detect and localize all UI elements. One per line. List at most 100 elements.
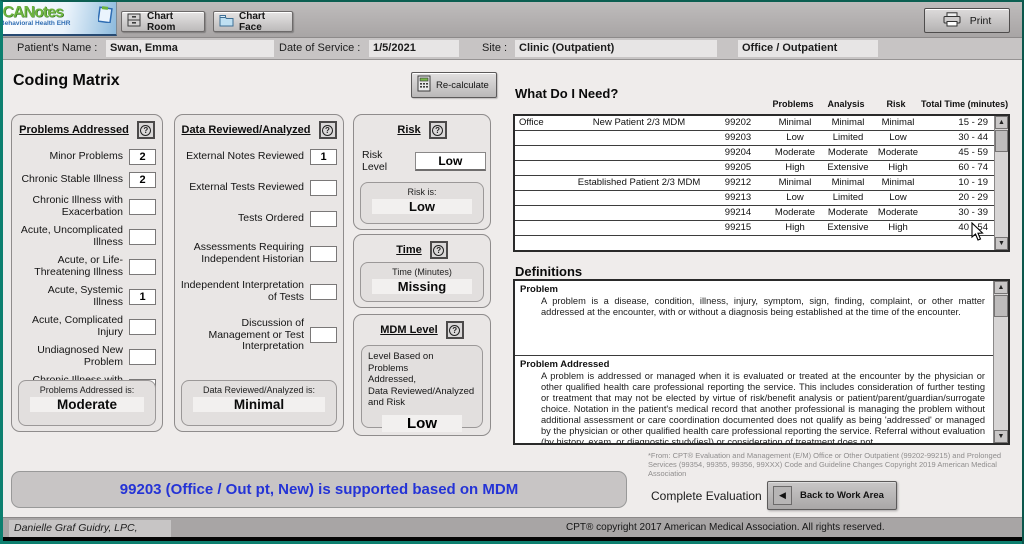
em-code-cell: Moderate bbox=[767, 206, 823, 220]
data-item-count-input[interactable] bbox=[310, 149, 337, 165]
em-code-cell: Minimal bbox=[767, 176, 823, 190]
data-status-label: Data Reviewed/Analyzed is: bbox=[185, 385, 333, 395]
scroll-down-icon[interactable]: ▼ bbox=[995, 237, 1008, 250]
data-status-value: Minimal bbox=[193, 397, 325, 412]
risk-status-label: Risk is: bbox=[364, 187, 480, 197]
em-code-cell: Moderate bbox=[873, 206, 923, 220]
date-of-service-label: Date of Service : bbox=[279, 42, 360, 54]
problems-status-box: Problems Addressed is: Moderate bbox=[18, 380, 156, 426]
scroll-thumb[interactable] bbox=[994, 295, 1008, 317]
em-code-cell: High bbox=[873, 161, 923, 175]
site-label: Site : bbox=[482, 42, 507, 54]
problem-row: Acute, Uncomplicated Illness bbox=[16, 225, 156, 248]
problem-row: Minor Problems bbox=[16, 149, 156, 165]
mouse-cursor-icon bbox=[971, 222, 985, 247]
em-code-cell bbox=[515, 221, 569, 235]
scroll-thumb[interactable] bbox=[995, 130, 1008, 152]
clipboard-icon bbox=[98, 6, 113, 28]
problem-label: Acute, Systemic Illness bbox=[16, 285, 123, 308]
print-label: Print bbox=[970, 15, 992, 27]
chart-room-button[interactable]: Chart Room bbox=[121, 11, 205, 32]
data-item-row: Assessments Requiring Independent Histor… bbox=[179, 242, 337, 265]
time-panel-title: Time bbox=[396, 244, 421, 256]
em-code-cell bbox=[515, 206, 569, 220]
em-code-cell: Limited bbox=[823, 191, 873, 205]
em-code-row[interactable]: Established Patient 2/3 MDM99212MinimalM… bbox=[515, 176, 994, 191]
data-item-label: External Notes Reviewed bbox=[186, 151, 304, 163]
patient-name-field[interactable]: Swan, Emma bbox=[106, 40, 274, 57]
em-code-cell: 99215 bbox=[709, 221, 767, 235]
result-message-box: 99203 (Office / Out pt, New) is supporte… bbox=[11, 471, 627, 508]
scroll-down-icon[interactable]: ▼ bbox=[994, 430, 1008, 443]
em-code-cell: Minimal bbox=[873, 116, 923, 130]
date-of-service-field[interactable]: 1/5/2021 bbox=[369, 40, 459, 57]
icanotes-logo: ICANotes Behavioral Health EHR bbox=[3, 2, 117, 36]
problem-row: Chronic Stable Illness bbox=[16, 172, 156, 188]
em-code-cell: 45 - 59 bbox=[923, 146, 994, 160]
help-icon: ? bbox=[433, 245, 444, 256]
problems-status-value: Moderate bbox=[30, 397, 144, 412]
em-code-cell bbox=[569, 161, 709, 175]
data-item-count-input[interactable] bbox=[310, 211, 337, 227]
em-code-cell: High bbox=[873, 221, 923, 235]
problem-count-input[interactable] bbox=[129, 259, 156, 275]
risk-help-button[interactable]: ? bbox=[429, 121, 447, 139]
mdm-status-value: Low bbox=[382, 415, 462, 432]
back-to-work-area-button[interactable]: ◀ Back to Work Area bbox=[767, 481, 897, 510]
problem-count-input[interactable] bbox=[129, 349, 156, 365]
mdm-desc-line: Addressed, bbox=[368, 374, 476, 386]
data-item-count-input[interactable] bbox=[310, 284, 337, 300]
data-panel-title: Data Reviewed/Analyzed bbox=[182, 124, 311, 136]
problem-count-input[interactable] bbox=[129, 172, 156, 188]
data-item-count-input[interactable] bbox=[310, 180, 337, 196]
problems-help-button[interactable]: ? bbox=[137, 121, 155, 139]
em-code-row[interactable]: 99215HighExtensiveHigh40 - 54 bbox=[515, 221, 994, 236]
em-code-cell: 99203 bbox=[709, 131, 767, 145]
em-code-cell: Low bbox=[873, 191, 923, 205]
chart-face-button[interactable]: Chart Face bbox=[213, 11, 293, 32]
em-code-cell bbox=[569, 221, 709, 235]
recalculate-button[interactable]: Re-calculate bbox=[411, 72, 497, 98]
em-code-row[interactable]: 99214ModerateModerateModerate30 - 39 bbox=[515, 206, 994, 221]
em-code-row[interactable]: OfficeNew Patient 2/3 MDM99202MinimalMin… bbox=[515, 116, 994, 131]
time-status-value: Missing bbox=[372, 279, 472, 294]
definitions-scrollbar[interactable]: ▲ ▼ bbox=[993, 281, 1008, 443]
em-code-row[interactable]: 99205HighExtensiveHigh60 - 74 bbox=[515, 161, 994, 176]
data-item-row: Tests Ordered bbox=[179, 211, 337, 227]
col-header-total-time: Total Time (minutes) bbox=[921, 99, 1012, 109]
data-item-count-input[interactable] bbox=[310, 246, 337, 262]
risk-level-select[interactable]: Low bbox=[415, 152, 486, 171]
problem-count-input[interactable] bbox=[129, 149, 156, 165]
data-item-row: Discussion of Management or Test Interpr… bbox=[179, 318, 337, 353]
chart-room-icon bbox=[127, 13, 142, 30]
time-help-button[interactable]: ? bbox=[430, 241, 448, 259]
print-button[interactable]: Print bbox=[924, 8, 1010, 33]
em-code-cell bbox=[515, 176, 569, 190]
site-field[interactable]: Clinic (Outpatient) bbox=[515, 40, 717, 57]
setting-field[interactable]: Office / Outpatient bbox=[738, 40, 878, 57]
page-title: Coding Matrix bbox=[13, 72, 120, 90]
em-code-cell: 60 - 74 bbox=[923, 161, 994, 175]
problem-count-input[interactable] bbox=[129, 229, 156, 245]
em-code-row[interactable]: 99213LowLimitedLow20 - 29 bbox=[515, 191, 994, 206]
em-code-row[interactable]: 99203LowLimitedLow30 - 44 bbox=[515, 131, 994, 146]
data-item-label: Discussion of Management or Test Interpr… bbox=[179, 318, 304, 353]
risk-panel: Risk ? Risk Level Low Risk is: Low bbox=[353, 114, 491, 230]
em-code-cell: Limited bbox=[823, 131, 873, 145]
em-code-cell: Moderate bbox=[823, 146, 873, 160]
data-help-button[interactable]: ? bbox=[319, 121, 337, 139]
em-code-cell: 99214 bbox=[709, 206, 767, 220]
problem-count-input[interactable] bbox=[129, 289, 156, 305]
table-scrollbar[interactable]: ▲ ▼ bbox=[994, 116, 1008, 250]
mdm-help-button[interactable]: ? bbox=[446, 321, 464, 339]
em-code-row[interactable]: 99204ModerateModerateModerate45 - 59 bbox=[515, 146, 994, 161]
em-code-cell: Extensive bbox=[823, 221, 873, 235]
problems-status-label: Problems Addressed is: bbox=[22, 385, 152, 395]
em-code-cell: 99205 bbox=[709, 161, 767, 175]
data-item-count-input[interactable] bbox=[310, 327, 337, 343]
scroll-up-icon[interactable]: ▲ bbox=[995, 116, 1008, 129]
problem-count-input[interactable] bbox=[129, 199, 156, 215]
problem-count-input[interactable] bbox=[129, 319, 156, 335]
mdm-status-box: Level Based on Problems Addressed, Data … bbox=[361, 345, 483, 428]
scroll-up-icon[interactable]: ▲ bbox=[994, 281, 1008, 294]
